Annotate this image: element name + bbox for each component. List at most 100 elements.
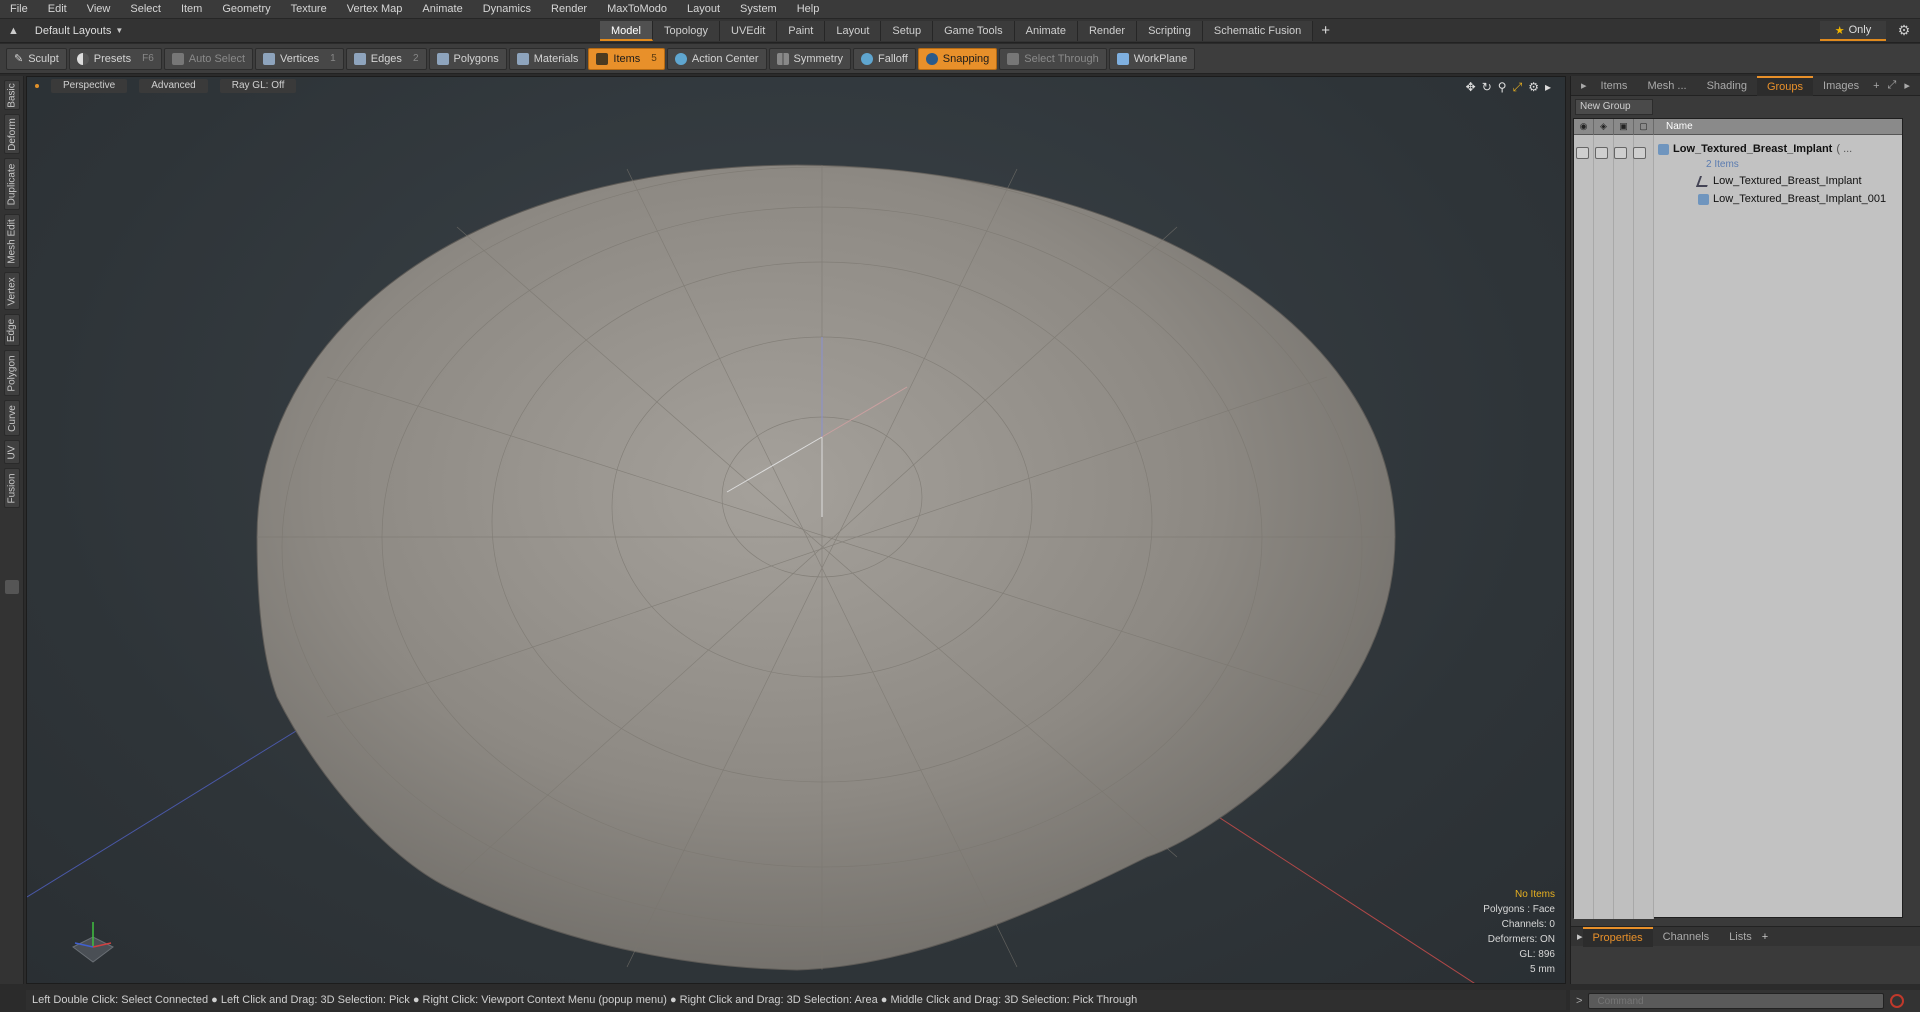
perspective-button[interactable]: Perspective <box>51 79 128 93</box>
shading-button[interactable]: Advanced <box>139 79 208 93</box>
pan-icon[interactable]: ✥ <box>1466 80 1476 95</box>
tab-mesh[interactable]: Mesh ... <box>1637 76 1696 96</box>
menu-dynamics[interactable]: Dynamics <box>473 0 541 19</box>
fit-icon[interactable]: ⤢ <box>1513 80 1523 95</box>
maximize-icon[interactable]: ⤢ <box>1884 79 1901 92</box>
left-tab-deform[interactable]: Deform <box>4 114 20 154</box>
tab-images[interactable]: Images <box>1813 76 1869 96</box>
tab-groups[interactable]: Groups <box>1756 75 1814 96</box>
visibility-column-icon[interactable]: ◉ <box>1574 118 1594 135</box>
menu-select[interactable]: Select <box>120 0 171 19</box>
falloff-button[interactable]: Falloff <box>853 47 916 70</box>
tab-lists[interactable]: Lists <box>1719 927 1762 947</box>
left-tab-duplicate[interactable]: Duplicate <box>4 158 20 210</box>
rotate-icon[interactable]: ↻ <box>1482 80 1492 95</box>
viewport-settings-icon[interactable]: ⚙ <box>1528 80 1539 95</box>
tab-animate[interactable]: Animate <box>1014 20 1078 41</box>
workplane-icon <box>1116 52 1129 65</box>
tab-model[interactable]: Model <box>600 20 653 41</box>
add-tab-icon[interactable]: + <box>1869 80 1883 92</box>
add-tab-button[interactable]: + <box>1313 21 1338 41</box>
tab-channels[interactable]: Channels <box>1653 927 1719 947</box>
polygons-label: Polygons <box>453 52 499 65</box>
snapping-button[interactable]: Snapping <box>917 47 998 70</box>
sculpt-button[interactable]: ✎ Sculpt <box>6 47 67 70</box>
select-toggle-icon[interactable] <box>1633 147 1646 159</box>
presets-button[interactable]: Presets F6 <box>68 47 162 70</box>
panel-menu-icon[interactable]: ▸ <box>1577 79 1591 92</box>
symmetry-button[interactable]: Symmetry <box>768 47 852 70</box>
lock-column-icon[interactable]: ▣ <box>1614 118 1634 135</box>
menu-render[interactable]: Render <box>541 0 597 19</box>
left-tab-curve[interactable]: Curve <box>4 400 20 436</box>
menu-view[interactable]: View <box>77 0 121 19</box>
lock-toggle-icon[interactable] <box>1614 147 1627 159</box>
gear-icon[interactable]: ⚙ <box>1896 22 1912 38</box>
menu-item[interactable]: Item <box>171 0 212 19</box>
left-tab-vertex[interactable]: Vertex <box>4 272 20 310</box>
only-button[interactable]: ★ Only <box>1820 21 1886 41</box>
materials-button[interactable]: Materials <box>508 47 587 70</box>
items-button[interactable]: Items 5 <box>588 47 665 70</box>
layout-selector[interactable]: ▲ Default Layouts ▼ <box>0 19 600 43</box>
tab-layout[interactable]: Layout <box>825 20 882 41</box>
expand-icon[interactable] <box>5 580 19 594</box>
menu-file[interactable]: File <box>0 0 38 19</box>
new-group-button[interactable]: New Group <box>1575 99 1653 115</box>
tab-uvedit[interactable]: UVEdit <box>720 20 778 41</box>
auto-select-button[interactable]: Auto Select <box>163 47 254 70</box>
tab-shading[interactable]: Shading <box>1697 76 1757 96</box>
menu-animate[interactable]: Animate <box>412 0 472 19</box>
select-column-icon[interactable]: ▢ <box>1634 118 1654 135</box>
select-through-button[interactable]: Select Through <box>999 47 1107 70</box>
menu-edit[interactable]: Edit <box>38 0 77 19</box>
left-tab-fusion[interactable]: Fusion <box>4 468 20 508</box>
vertices-button[interactable]: Vertices 1 <box>255 47 344 70</box>
add-properties-tab-icon[interactable]: + <box>1762 931 1768 943</box>
viewport-menu-dot-icon[interactable] <box>35 84 39 88</box>
expand-arrow-icon[interactable]: ▸ <box>1545 80 1551 95</box>
workplane-button[interactable]: WorkPlane <box>1108 47 1196 70</box>
menu-layout[interactable]: Layout <box>677 0 730 19</box>
menu-system[interactable]: System <box>730 0 787 19</box>
3d-viewport[interactable]: Perspective Advanced Ray GL: Off ✥ ↻ ⚲ ⤢… <box>26 76 1566 984</box>
groups-scrollbar[interactable] <box>1906 118 1920 918</box>
menu-help[interactable]: Help <box>787 0 830 19</box>
left-tab-mesh-edit[interactable]: Mesh Edit <box>4 214 20 268</box>
name-column-header[interactable]: Name <box>1654 121 1693 132</box>
left-tab-uv[interactable]: UV <box>4 440 20 464</box>
panel-arrow-icon[interactable]: ▸ <box>1900 79 1914 92</box>
tab-scripting[interactable]: Scripting <box>1137 20 1203 41</box>
tab-paint[interactable]: Paint <box>777 20 826 41</box>
menu-geometry[interactable]: Geometry <box>212 0 280 19</box>
implant-mesh[interactable] <box>256 164 1396 971</box>
tab-topology[interactable]: Topology <box>652 20 721 41</box>
tab-setup[interactable]: Setup <box>881 20 934 41</box>
menu-texture[interactable]: Texture <box>281 0 337 19</box>
render-column-icon[interactable]: ◈ <box>1594 118 1614 135</box>
command-input[interactable] <box>1588 993 1885 1009</box>
edges-button[interactable]: Edges 2 <box>345 47 427 70</box>
group-row[interactable]: Low_Textured_Breast_Implant ( ... <box>1658 143 1852 155</box>
command-record-icon[interactable] <box>1890 994 1905 1008</box>
raygl-button[interactable]: Ray GL: Off <box>219 79 297 93</box>
group-child-row[interactable]: Low_Textured_Breast_Implant <box>1695 175 1862 187</box>
tab-properties[interactable]: Properties <box>1582 926 1653 947</box>
left-tab-deform-label: Deform <box>6 117 18 151</box>
tab-game-tools[interactable]: Game Tools <box>933 20 1015 41</box>
group-child-row[interactable]: Low_Textured_Breast_Implant_001 <box>1698 193 1886 205</box>
zoom-icon[interactable]: ⚲ <box>1498 80 1507 95</box>
left-tab-polygon[interactable]: Polygon <box>4 350 20 396</box>
left-tab-curve-label: Curve <box>6 404 18 432</box>
menu-maxtomodo[interactable]: MaxToModo <box>597 0 677 19</box>
eye-icon[interactable] <box>1576 147 1589 159</box>
left-tab-edge[interactable]: Edge <box>4 314 20 346</box>
left-tab-basic[interactable]: Basic <box>4 80 20 110</box>
tab-schematic-fusion[interactable]: Schematic Fusion <box>1202 20 1314 41</box>
action-center-button[interactable]: Action Center <box>666 47 767 70</box>
menu-vertex-map[interactable]: Vertex Map <box>337 0 413 19</box>
polygons-button[interactable]: Polygons <box>428 47 507 70</box>
render-toggle-icon[interactable] <box>1595 147 1608 159</box>
tab-render[interactable]: Render <box>1077 20 1138 41</box>
tab-items[interactable]: Items <box>1591 76 1638 96</box>
